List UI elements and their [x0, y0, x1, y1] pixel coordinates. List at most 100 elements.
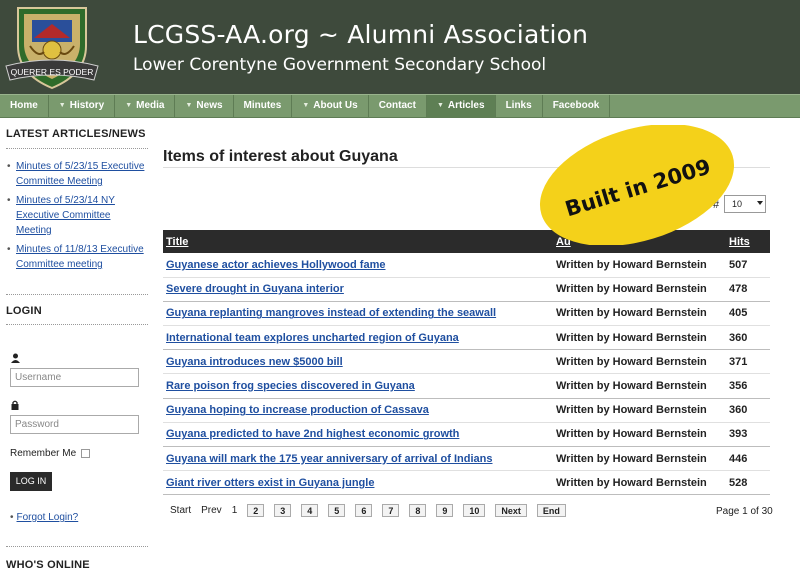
divider — [6, 148, 148, 149]
list-item: Minutes of 5/23/14 NY Executive Committe… — [6, 193, 148, 238]
table-row: Severe drought in Guyana interior Written… — [163, 277, 770, 302]
whos-online-heading: WHO'S ONLINE — [6, 559, 90, 571]
cell-title: Guyana hoping to increase production of … — [163, 398, 553, 423]
cell-hits: 360 — [726, 325, 770, 351]
cell-title: Guyana replanting mangroves instead of e… — [163, 301, 553, 327]
nav-item-history[interactable]: ▼ History — [49, 95, 116, 117]
divider — [6, 324, 148, 325]
article-title-link[interactable]: Guyanese actor achieves Hollywood fame — [166, 259, 385, 271]
article-title-link[interactable]: International team explores uncharted re… — [166, 332, 459, 344]
table-row: Guyana hoping to increase production of … — [163, 398, 770, 423]
list-item: Minutes of 5/23/15 Executive Committee M… — [6, 159, 148, 189]
page-button-3[interactable]: 3 — [274, 504, 292, 517]
table-row: Guyana introduces new $5000 bill Written … — [163, 349, 770, 375]
username-input[interactable]: Username — [10, 368, 139, 387]
table-row: Guyana predicted to have 2nd highest eco… — [163, 422, 770, 448]
cell-hits: 528 — [726, 470, 770, 496]
remember-me-label: Remember Me — [10, 448, 77, 459]
cell-hits: 507 — [726, 253, 770, 278]
table-row: Guyana replanting mangroves instead of e… — [163, 301, 770, 327]
nav-item-news[interactable]: ▼ News — [175, 95, 234, 117]
site-title: LCGSS-AA.org ~ Alumni Association — [133, 20, 589, 49]
nav-item-home[interactable]: Home — [0, 95, 49, 117]
cell-title: Guyana introduces new $5000 bill — [163, 349, 553, 375]
nav-item-label: Minutes — [243, 100, 282, 111]
forgot-login-link[interactable]: Forgot Login? — [17, 512, 79, 523]
cell-hits: 360 — [726, 398, 770, 423]
divider — [6, 294, 148, 295]
site-subtitle: Lower Corentyne Government Secondary Sch… — [133, 55, 547, 75]
page-button-6[interactable]: 6 — [355, 504, 373, 517]
password-input[interactable]: Password — [10, 415, 139, 434]
cell-title: Severe drought in Guyana interior — [163, 277, 553, 302]
articles-table: Title Au Hits Guyanese actor achieves Ho… — [163, 230, 770, 496]
page-title: Items of interest about Guyana — [163, 148, 398, 165]
nav-item-label: Links — [505, 100, 532, 111]
page-button-5[interactable]: 5 — [328, 504, 346, 517]
article-title-link[interactable]: Giant river otters exist in Guyana jungl… — [166, 477, 374, 489]
article-title-link[interactable]: Guyana predicted to have 2nd highest eco… — [166, 428, 459, 440]
cell-author: Written by Howard Bernstein — [553, 470, 726, 496]
forgot-login: • Forgot Login? — [10, 512, 78, 523]
pager-prev: Prev — [201, 505, 222, 516]
remember-me-checkbox[interactable] — [81, 449, 90, 458]
article-title-link[interactable]: Guyana will mark the 175 year anniversar… — [166, 453, 492, 465]
latest-article-link[interactable]: Minutes of 5/23/14 NY Executive Committe… — [16, 195, 115, 236]
cell-hits: 356 — [726, 373, 770, 399]
chevron-down-icon: ▼ — [125, 102, 133, 109]
main-nav: Home ▼ History ▼ Media ▼ News Minutes ▼ About Us C… — [0, 94, 800, 118]
cell-author: Written by Howard Bernstein — [553, 349, 726, 375]
list-item: Minutes of 11/8/13 Executive Committee m… — [6, 242, 148, 272]
latest-article-link[interactable]: Minutes of 5/23/15 Executive Committee M… — [16, 161, 144, 187]
nav-item-about-us[interactable]: ▼ About Us — [292, 95, 369, 117]
cell-title: International team explores uncharted re… — [163, 325, 553, 351]
latest-articles-list: Minutes of 5/23/15 Executive Committee M… — [6, 159, 148, 272]
page-button-2[interactable]: 2 — [247, 504, 265, 517]
nav-item-media[interactable]: ▼ Media — [115, 95, 176, 117]
article-title-link[interactable]: Guyana introduces new $5000 bill — [166, 356, 343, 368]
page-button-9[interactable]: 9 — [436, 504, 454, 517]
cell-author: Written by Howard Bernstein — [553, 301, 726, 327]
nav-item-contact[interactable]: Contact — [369, 95, 427, 117]
pager-end-button[interactable]: End — [536, 504, 566, 517]
table-row: Guyana will mark the 175 year anniversar… — [163, 446, 770, 472]
nav-item-label: Media — [136, 100, 165, 111]
page-button-4[interactable]: 4 — [301, 504, 319, 517]
pagination: Start Prev 1 2 3 4 5 6 7 8 9 10 Next End — [170, 504, 576, 517]
nav-item-articles[interactable]: ▼ Articles — [426, 95, 496, 117]
nav-item-label: Contact — [378, 100, 416, 111]
cell-author: Written by Howard Bernstein — [553, 277, 726, 302]
nav-item-label: News — [196, 100, 223, 111]
cell-title: Guyanese actor achieves Hollywood fame — [163, 253, 553, 278]
built-in-2009-badge: Built in 2009 — [539, 125, 735, 245]
cell-author: Written by Howard Bernstein — [553, 325, 726, 351]
page-count: Page 1 of 30 — [716, 506, 773, 517]
nav-item-links[interactable]: Links — [496, 95, 543, 117]
pager-next-button[interactable]: Next — [495, 504, 527, 517]
login-heading: LOGIN — [6, 305, 42, 317]
pager-start: Start — [170, 505, 192, 516]
latest-article-link[interactable]: Minutes of 11/8/13 Executive Committee m… — [16, 244, 144, 270]
cell-hits: 446 — [726, 446, 770, 472]
nav-item-label: Facebook — [552, 100, 600, 111]
sort-title-link[interactable]: Title — [166, 236, 188, 248]
school-crest-logo[interactable]: QUERER ES PODER — [4, 2, 100, 92]
nav-item-facebook[interactable]: Facebook — [543, 95, 611, 117]
nav-item-label: Home — [10, 100, 38, 111]
nav-item-minutes[interactable]: Minutes — [234, 95, 293, 117]
login-button[interactable]: LOG IN — [10, 472, 52, 491]
article-title-link[interactable]: Rare poison frog species discovered in G… — [166, 380, 415, 392]
sidebar: LATEST ARTICLES/NEWS Minutes of 5/23/15 … — [6, 128, 148, 276]
table-row: Guyanese actor achieves Hollywood fame Wr… — [163, 253, 770, 278]
article-title-link[interactable]: Guyana hoping to increase production of … — [166, 404, 429, 416]
col-title-header[interactable]: Title — [163, 230, 553, 253]
cell-author: Written by Howard Bernstein — [553, 253, 726, 278]
cell-hits: 478 — [726, 277, 770, 302]
page-button-10[interactable]: 10 — [463, 504, 486, 517]
article-title-link[interactable]: Severe drought in Guyana interior — [166, 283, 344, 295]
table-body: Guyanese actor achieves Hollywood fame Wr… — [163, 253, 770, 496]
bullet: • — [10, 512, 14, 523]
article-title-link[interactable]: Guyana replanting mangroves instead of e… — [166, 307, 496, 319]
page-button-8[interactable]: 8 — [409, 504, 427, 517]
page-button-7[interactable]: 7 — [382, 504, 400, 517]
